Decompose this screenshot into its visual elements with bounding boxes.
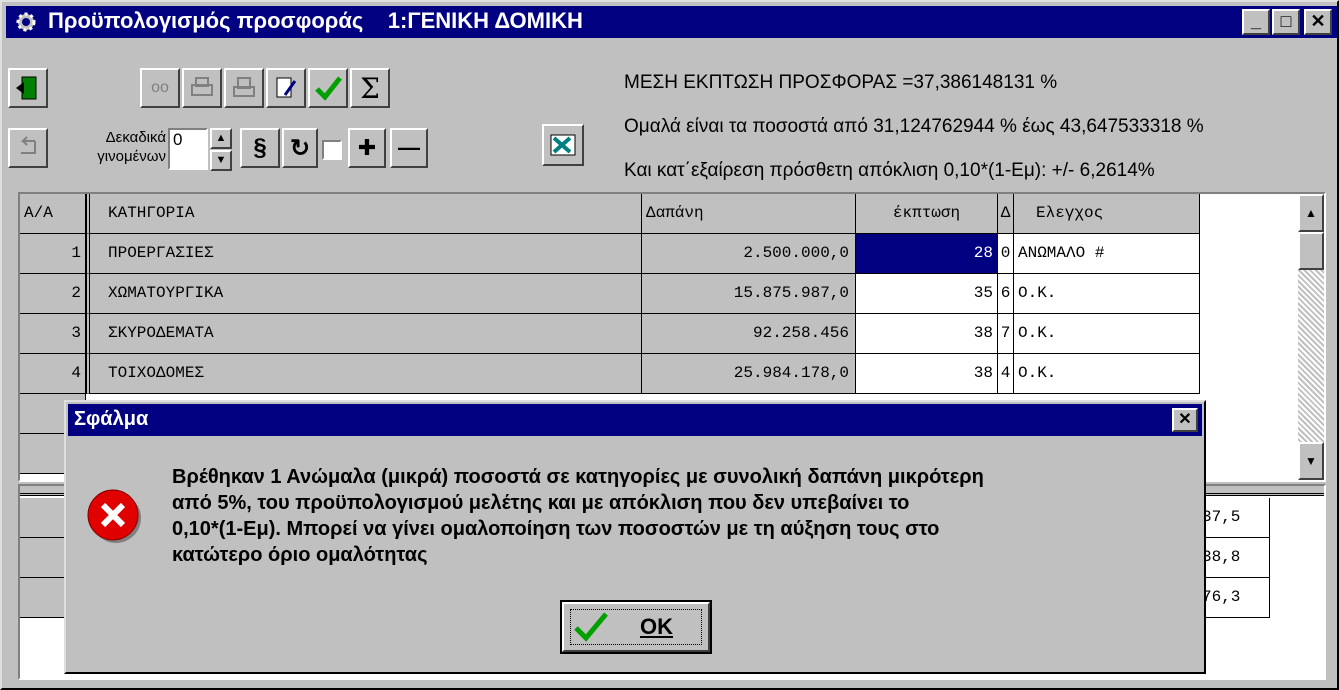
printer-preview-icon [233,77,255,97]
green-check-icon [315,76,342,101]
summary-value: 38,8 [1200,538,1270,578]
cell-check: ΑΝΩΜΑΛΟ # [1014,234,1200,274]
cell-check: Ο.Κ. [1014,314,1200,354]
scroll-down-button[interactable]: ▼ [1298,442,1324,480]
refresh-button[interactable]: ↻ [282,128,318,168]
header-category[interactable]: ΚΑΤΗΓΟΡΙΑ [86,194,642,234]
error-icon [86,488,142,544]
cell-category: ΧΩΜΑΤΟΥΡΓΙΚΑ [86,274,642,314]
add-button[interactable]: ✚ [348,128,386,168]
cell-cost: 92.258.456 [642,314,856,354]
cell-check: Ο.Κ. [1014,274,1200,314]
scroll-up-button[interactable]: ▲ [1298,194,1324,232]
header-cost[interactable]: Δαπάνη [642,194,856,234]
header-check[interactable]: Ελεγχος [1014,194,1200,234]
exit-door-icon [16,76,37,100]
summary-row-header [20,538,68,578]
option-checkbox[interactable] [322,140,342,160]
cell-cost: 15.875.987,0 [642,274,856,314]
cell-discount[interactable]: 35 [856,274,998,314]
undo-arrow-icon [20,136,36,154]
printer-icon [191,77,213,96]
cell-aa: 2 [20,274,86,314]
decimals-down-button[interactable]: ▼ [210,150,232,171]
summary-row-header [20,498,68,538]
deviation-text: Και κατ΄εξαίρεση πρόσθετη απόκλιση 0,10*… [624,160,1155,181]
print-preview-button[interactable] [224,68,264,108]
currency-icon: § [253,134,267,161]
refresh-icon: ↻ [289,134,311,162]
cell-cost: 2.500.000,0 [642,234,856,274]
excel-button[interactable] [542,124,584,166]
decimals-up-button[interactable]: ▲ [210,128,232,149]
summary-value: 76,3 [1200,578,1270,618]
table-empty-area [1200,194,1298,480]
scroll-thumb[interactable] [1298,232,1324,270]
dialog-close-button[interactable]: ✕ [1172,408,1198,432]
view-button[interactable]: oo [140,68,180,108]
edit-document-icon [276,77,297,98]
excel-icon [550,134,576,156]
summary-row-header [20,578,68,618]
edit-button[interactable] [266,68,306,108]
main-window: Προϋπολογισμός προσφοράς 1:ΓΕΝΙΚΗ ΔΟΜΙΚΗ… [0,0,1339,690]
header-discount[interactable]: έκπτωση [856,194,998,234]
window-title: Προϋπολογισμός προσφοράς 1:ΓΕΝΙΚΗ ΔΟΜΙΚΗ [48,8,583,33]
dialog-title-bar: Σφάλμα ✕ [68,404,1202,436]
cell-d: 4 [998,354,1014,394]
header-d[interactable]: Δ [998,194,1014,234]
cell-aa: 4 [20,354,86,394]
exit-button[interactable] [8,68,48,108]
undo-button[interactable] [8,128,48,168]
cell-category: ΠΡΟΕΡΓΑΣΙΕΣ [86,234,642,274]
sum-button[interactable]: Σ [350,68,390,108]
minus-icon: — [398,135,420,160]
cell-category: ΣΚΥΡΟΔΕΜΑΤΑ [86,314,642,354]
maximize-button[interactable]: □ [1272,9,1300,35]
close-button[interactable]: ✕ [1304,9,1332,35]
decimals-label: Δεκαδικά γινομένων [97,129,166,165]
cell-cost: 25.984.178,0 [642,354,856,394]
summary-value: 37,5 [1200,498,1270,538]
app-gear-icon [14,10,38,34]
cell-discount[interactable]: 38 [856,354,998,394]
accept-button[interactable] [308,68,348,108]
currency-button[interactable]: § [240,128,280,168]
print-button[interactable] [182,68,222,108]
cell-discount-selected[interactable]: 28 [856,234,998,274]
cell-aa: 1 [20,234,86,274]
error-dialog: Σφάλμα ✕ Βρέθηκαν 1 Ανώμαλα (μικρά) ποσο… [64,400,1206,674]
dialog-title: Σφάλμα [74,408,149,430]
normal-range-text: Ομαλά είναι τα ποσοστά από 31,124762944 … [624,116,1204,137]
cell-d: 7 [998,314,1014,354]
header-aa[interactable]: Α/Α [20,194,86,234]
cell-check: Ο.Κ. [1014,354,1200,394]
glasses-icon: oo [151,79,169,96]
ok-label: OK [640,614,673,639]
cell-d: 0 [998,234,1014,274]
minimize-button[interactable]: _ [1242,9,1270,35]
decimals-input[interactable]: 0 [168,128,208,170]
average-discount-text: ΜΕΣΗ ΕΚΠΤΩΣΗ ΠΡΟΣΦΟΡΑΣ =37,386148131 % [624,72,1058,93]
sigma-icon: Σ [360,71,380,105]
cell-d: 6 [998,274,1014,314]
ok-check-icon [574,612,608,642]
remove-button[interactable]: — [390,128,428,168]
ok-button[interactable]: OK [560,600,712,654]
vertical-scrollbar[interactable]: ▲ ▼ [1298,194,1324,480]
title-bar: Προϋπολογισμός προσφοράς 1:ΓΕΝΙΚΗ ΔΟΜΙΚΗ… [6,6,1337,38]
plus-icon: ✚ [357,135,377,160]
dialog-message: Βρέθηκαν 1 Ανώμαλα (μικρά) ποσοστά σε κα… [172,466,984,566]
cell-category: ΤΟΙΧΟΔΟΜΕΣ [86,354,642,394]
cell-discount[interactable]: 38 [856,314,998,354]
cell-aa: 3 [20,314,86,354]
